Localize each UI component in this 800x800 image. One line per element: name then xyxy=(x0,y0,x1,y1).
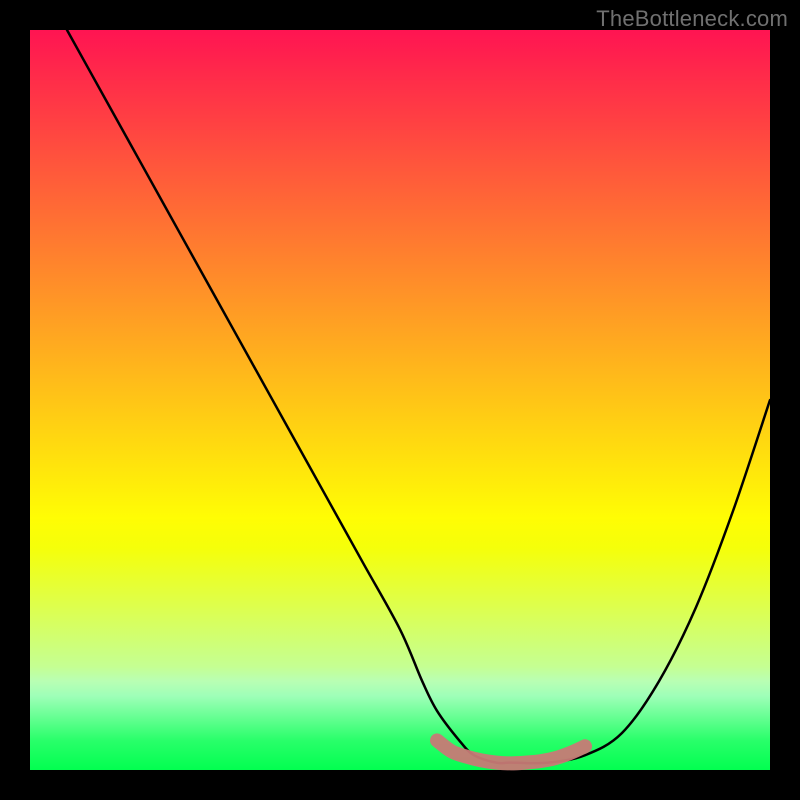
watermark-text: TheBottleneck.com xyxy=(596,6,788,32)
plot-area xyxy=(30,30,770,770)
chart-frame: TheBottleneck.com xyxy=(0,0,800,800)
curve-layer xyxy=(30,30,770,770)
bottleneck-curve xyxy=(67,30,770,763)
bottom-marker-band xyxy=(437,740,585,763)
